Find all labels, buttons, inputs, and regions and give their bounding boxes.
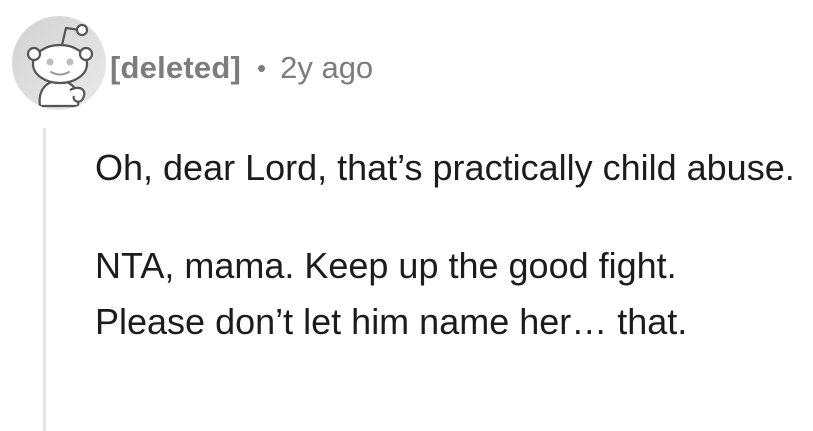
comment-meta: [deleted] • 2y ago — [110, 46, 373, 90]
comment-paragraph: NTA, mama. Keep up the good fight. Pleas… — [95, 245, 688, 342]
comment-timestamp[interactable]: 2y ago — [280, 50, 373, 86]
comment: [deleted] • 2y ago Oh, dear Lord, that’s… — [0, 0, 813, 431]
snoo-avatar-icon[interactable] — [10, 14, 108, 112]
comment-paragraph: Oh, dear Lord, that’s practically child … — [95, 147, 795, 188]
thread-collapse-line[interactable] — [43, 128, 46, 431]
comment-body: Oh, dear Lord, that’s practically child … — [95, 140, 795, 350]
author-username[interactable]: [deleted] — [110, 50, 241, 86]
meta-separator: • — [256, 52, 267, 83]
